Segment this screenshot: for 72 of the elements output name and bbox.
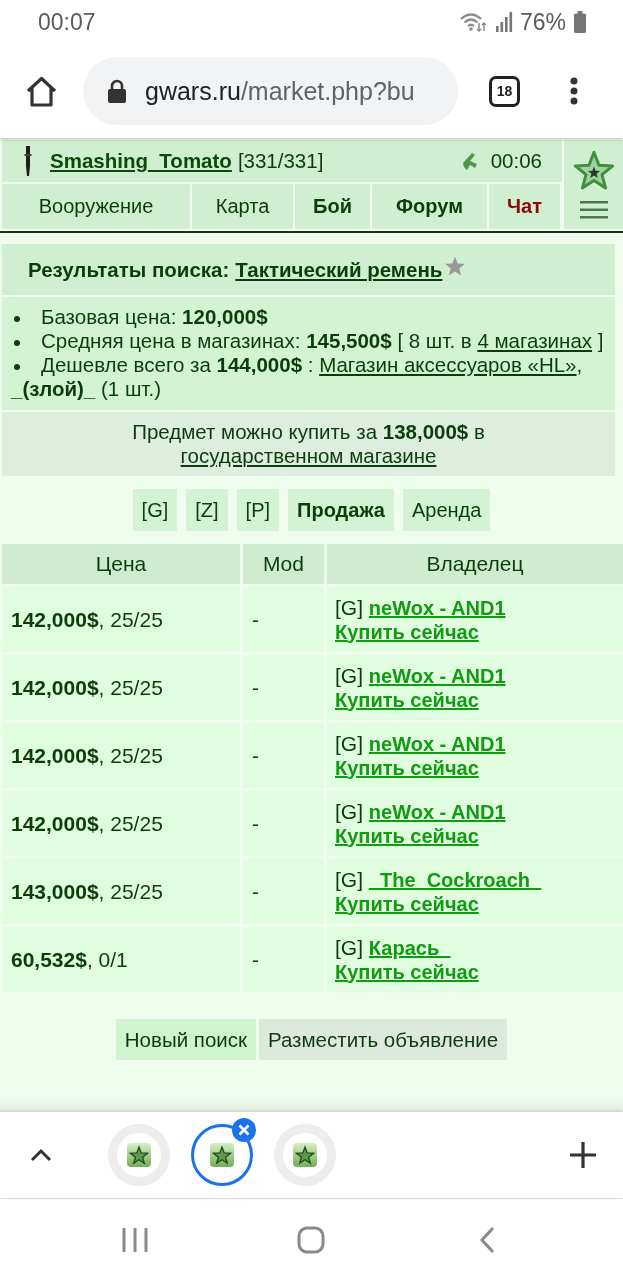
knife-icon xyxy=(24,146,32,176)
fact-text: Средняя цена в магазинах: 145,500$ [ 8 шт. в 4 магазинах ] xyxy=(11,329,607,353)
clan-tag: [G] xyxy=(335,935,363,959)
bullet-icon xyxy=(14,363,20,370)
action-button[interactable]: Разместить объявление xyxy=(258,1019,508,1060)
signal-icon xyxy=(495,12,513,32)
plus-icon[interactable] xyxy=(569,1141,597,1169)
column-header: Цена xyxy=(2,544,240,584)
recent-apps-icon[interactable] xyxy=(122,1226,148,1253)
mod-cell: - xyxy=(243,927,324,992)
mod-cell: - xyxy=(243,859,324,924)
star-icon[interactable] xyxy=(444,256,467,277)
mod-cell: - xyxy=(243,587,324,652)
column-header: Владелец xyxy=(327,544,623,584)
price-cell: 60,532$, 0/1 xyxy=(2,927,240,992)
price-cell: 143,000$, 25/25 xyxy=(2,859,240,924)
back-icon[interactable] xyxy=(479,1225,495,1254)
heading-text: Результаты поиска: xyxy=(28,257,230,282)
url-text: gwars.ru/market.php?bu xyxy=(145,76,415,106)
filter-tab[interactable]: [Z] xyxy=(186,489,228,531)
nav-button[interactable]: Чат xyxy=(489,184,560,229)
fact-text: Дешевле всего за 144,000$ : Магазин аксессуаров «HL», _(злой)_ (1 шт.) xyxy=(11,353,584,401)
clan-tag: [G] xyxy=(335,799,363,823)
shop-link[interactable]: Магазин аксессуаров «HL» xyxy=(319,353,577,376)
filter-tab[interactable]: [P] xyxy=(236,489,280,531)
chevron-up-icon[interactable] xyxy=(30,1148,52,1162)
bullet-icon xyxy=(14,315,20,322)
clan-tag: [G] xyxy=(335,867,363,891)
nav-button[interactable]: Форум xyxy=(372,184,487,229)
price-cell: 142,000$, 25/25 xyxy=(2,655,240,720)
nav-button[interactable]: Карта xyxy=(192,184,293,229)
filter-tab[interactable]: [G] xyxy=(132,489,178,531)
mod-cell: - xyxy=(243,791,324,856)
home-icon[interactable] xyxy=(25,75,58,107)
close-icon[interactable] xyxy=(232,1118,256,1142)
price-cell: 142,000$, 25/25 xyxy=(2,791,240,856)
filter-tab[interactable]: Продажа xyxy=(288,489,394,531)
battery-icon xyxy=(574,11,586,33)
address-bar[interactable]: gwars.ru/market.php?bu xyxy=(83,57,458,125)
battery-text: 76% xyxy=(519,8,566,36)
tab-count-button[interactable]: 18 xyxy=(489,75,520,107)
mod-cell: - xyxy=(243,655,324,720)
action-button[interactable]: Новый поиск xyxy=(115,1019,256,1060)
hp-text: [331/331] xyxy=(237,149,324,173)
menu-icon[interactable] xyxy=(579,200,608,219)
shop-link[interactable]: 4 магазинах xyxy=(477,329,593,352)
nav-button[interactable]: Вооружение xyxy=(2,184,190,229)
shop-link[interactable]: государственном магазине xyxy=(180,444,437,467)
offer-text: Предмет можно купить за 138,000$ в государственном магазине xyxy=(2,412,615,476)
column-header: Mod xyxy=(243,544,324,584)
clan-tag: [G] xyxy=(335,595,363,619)
clan-tag: [G] xyxy=(335,663,363,687)
clock-text: 00:06 xyxy=(490,149,542,173)
wifi-icon xyxy=(459,12,486,32)
clan-tag: [G] xyxy=(335,731,363,755)
star-icon xyxy=(210,1143,234,1167)
star-icon xyxy=(293,1143,317,1167)
item-link[interactable]: Тактический ремень xyxy=(235,257,443,282)
bullet-icon xyxy=(14,339,20,346)
star-icon xyxy=(127,1143,151,1167)
price-cell: 142,000$, 25/25 xyxy=(2,587,240,652)
fact-text: Базовая цена: 120,000$ xyxy=(11,305,607,329)
price-cell: 142,000$, 25/25 xyxy=(2,723,240,788)
lock-icon xyxy=(107,79,127,103)
mod-cell: - xyxy=(243,723,324,788)
filter-tab[interactable]: Аренда xyxy=(402,489,491,531)
gun-icon xyxy=(461,151,479,171)
clock-text: 00:07 xyxy=(38,8,96,36)
player-link[interactable]: Smashing_Tomato xyxy=(50,149,232,173)
nav-button[interactable]: Бой xyxy=(295,184,370,229)
more-icon[interactable] xyxy=(570,77,578,105)
star-logo-icon[interactable] xyxy=(572,150,615,191)
